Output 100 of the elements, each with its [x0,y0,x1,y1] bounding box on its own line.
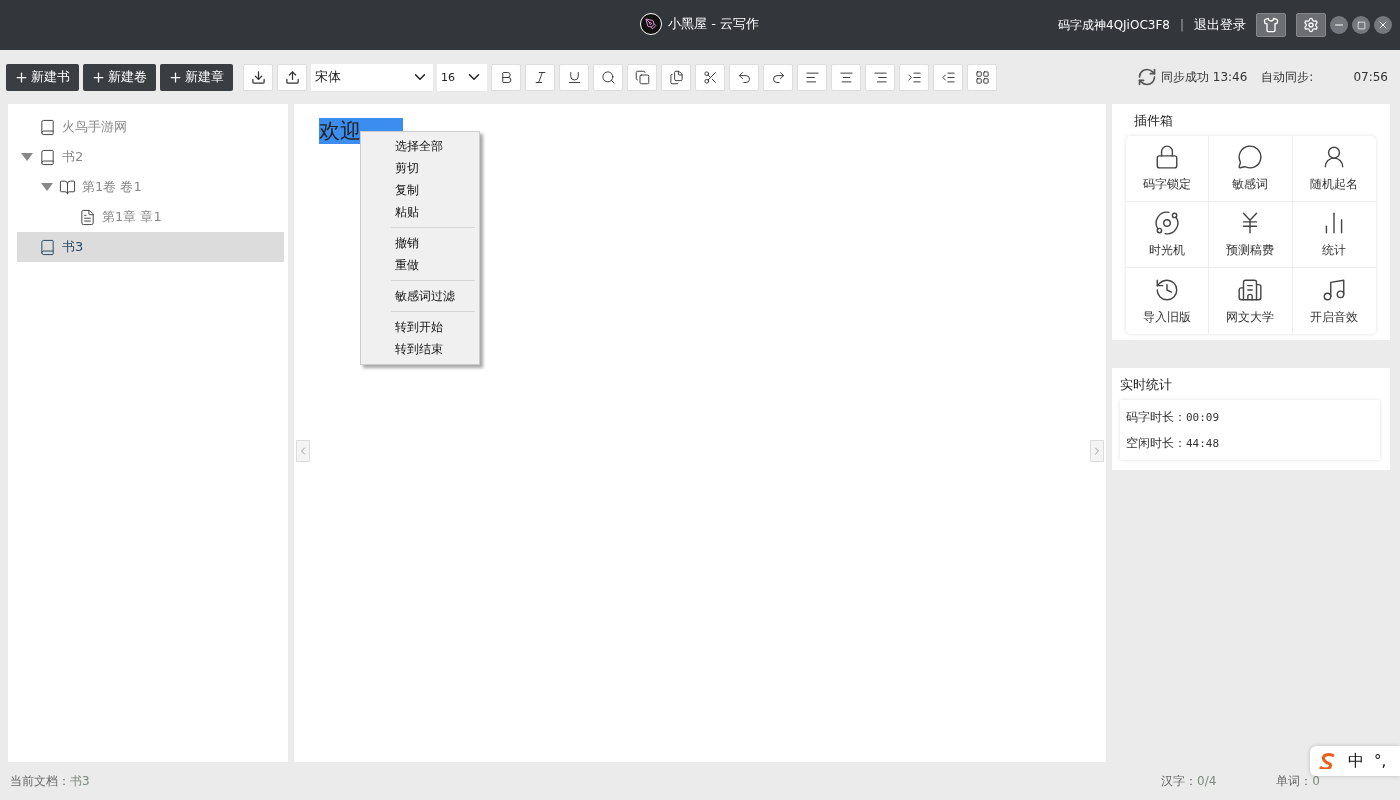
indent-increase-icon [906,69,922,85]
ime-mode[interactable]: 中 [1348,750,1364,772]
tree-label: 第1卷 卷1 [82,178,142,196]
plugin-label: 开启音效 [1310,308,1359,326]
stat-label: 码字时长： [1126,408,1186,426]
align-right-button[interactable] [865,63,895,91]
scissors-button[interactable] [695,63,725,91]
menu-item[interactable]: 撤销 [365,232,475,254]
logout-link[interactable]: 退出登录 [1194,16,1246,34]
plugin-label: 导入旧版 [1143,308,1192,326]
plugin-tile[interactable]: 随机起名 [1292,136,1376,202]
plugin-label: 网文大学 [1226,308,1275,326]
align-right-icon [872,69,888,85]
tree-item[interactable]: 火鸟手游网 [17,112,284,142]
window-title: 小黑屋 - 云写作 [668,15,759,33]
close-button[interactable] [1374,16,1392,34]
plugin-label: 统计 [1322,242,1347,259]
menu-item[interactable]: 剪切 [365,157,475,179]
copy-icon [634,69,650,85]
minimize-button[interactable] [1330,16,1348,34]
menu-item[interactable]: 转到结束 [365,338,475,360]
copy-button[interactable] [627,63,657,91]
undo-button[interactable] [729,63,759,91]
selected-text: 欢迎 [319,118,361,144]
plugin-tile[interactable]: 敏感词 [1209,136,1293,202]
panel-title: 实时统计 [1120,376,1173,394]
redo-button[interactable] [763,63,793,91]
tree-item[interactable]: 书3 [17,232,284,262]
import-button[interactable] [243,63,273,91]
plus-icon [91,69,106,85]
menu-item[interactable]: 复制 [365,179,475,201]
bold-button[interactable] [491,63,521,91]
size-select[interactable]: 16 [437,63,487,91]
editor-area[interactable]: 欢迎 选择全部 剪切 复制 粘贴 撤销 重做 敏感词过滤 转到开始 转到结束 [294,104,1106,762]
shirt-icon [1263,17,1279,33]
font-select[interactable]: 宋体 [311,63,433,91]
plugin-tile[interactable]: 码字锁定 [1126,136,1210,202]
search-button[interactable] [593,63,623,91]
align-center-button[interactable] [831,63,861,91]
indent-decrease-icon [940,69,956,85]
plugin-tile[interactable]: 导入旧版 [1126,268,1210,334]
settings-button[interactable] [1296,13,1326,37]
close-icon [1377,19,1389,31]
status-value: 0/4 [1197,774,1217,788]
tree-item[interactable]: 书2 [17,142,284,172]
settings-icon [1303,17,1319,33]
align-left-button[interactable] [797,63,827,91]
menu-item[interactable]: 粘贴 [365,201,475,223]
ime-punctuation[interactable]: °, [1374,752,1387,770]
search-icon [600,69,616,85]
stat-label: 空闲时长： [1126,434,1186,452]
sync-time: 13:46 [1212,70,1248,84]
redo-icon [770,69,786,85]
book-icon [39,118,56,136]
plugin-tile[interactable]: 网文大学 [1209,268,1293,334]
new-button[interactable]: 新建书 [6,63,79,91]
tree-label: 火鸟手游网 [62,118,127,136]
underline-button[interactable] [559,63,589,91]
status-value: 书3 [70,772,90,790]
plugin-tile[interactable]: 统计 [1292,202,1376,268]
book-icon [39,148,56,166]
expanded-caret-icon[interactable] [21,152,33,162]
maximize-button[interactable] [1352,16,1370,34]
expanded-caret-icon[interactable] [41,182,53,192]
plugin-tile[interactable]: 预测稿费 [1209,202,1293,268]
indent-increase-button[interactable] [899,63,929,91]
files-icon [668,69,684,85]
export-button[interactable] [277,63,307,91]
menu-item[interactable]: 重做 [365,254,475,276]
scissors-icon [702,69,718,85]
tree-label: 书3 [62,238,84,256]
plus-icon [14,69,29,85]
menu-item[interactable]: 转到开始 [365,316,475,338]
new-button[interactable]: 新建卷 [83,63,156,91]
tree-item[interactable]: 第1章 章1 [17,202,284,232]
skin-button[interactable] [1256,13,1286,37]
indent-decrease-button[interactable] [933,63,963,91]
underline-icon [566,69,582,85]
plugin-label: 敏感词 [1232,176,1269,193]
sync-icon[interactable] [1136,67,1157,87]
files-button[interactable] [661,63,691,91]
grid-button[interactable] [967,63,997,91]
plugin-tile[interactable]: 时光机 [1126,202,1210,268]
tree-item[interactable]: 第1卷 卷1 [17,172,284,202]
align-center-icon [838,69,854,85]
status-label: 汉字： [1161,772,1198,790]
grid-icon [974,69,990,85]
plugin-label: 随机起名 [1310,176,1359,193]
menu-item[interactable]: 选择全部 [365,135,475,157]
volume-icon [59,178,76,196]
undo-icon [736,69,752,85]
book-icon [39,238,56,256]
new-button[interactable]: 新建章 [160,63,233,91]
italic-button[interactable] [525,63,555,91]
plugin-tile[interactable]: 开启音效 [1292,268,1376,334]
status-label: 当前文档： [10,772,70,790]
panel-title: 插件箱 [1133,112,1174,130]
menu-item[interactable]: 敏感词过滤 [365,285,475,307]
italic-icon [532,69,548,85]
user-name: 码字成神4QJiOC3F8 [1058,16,1170,34]
